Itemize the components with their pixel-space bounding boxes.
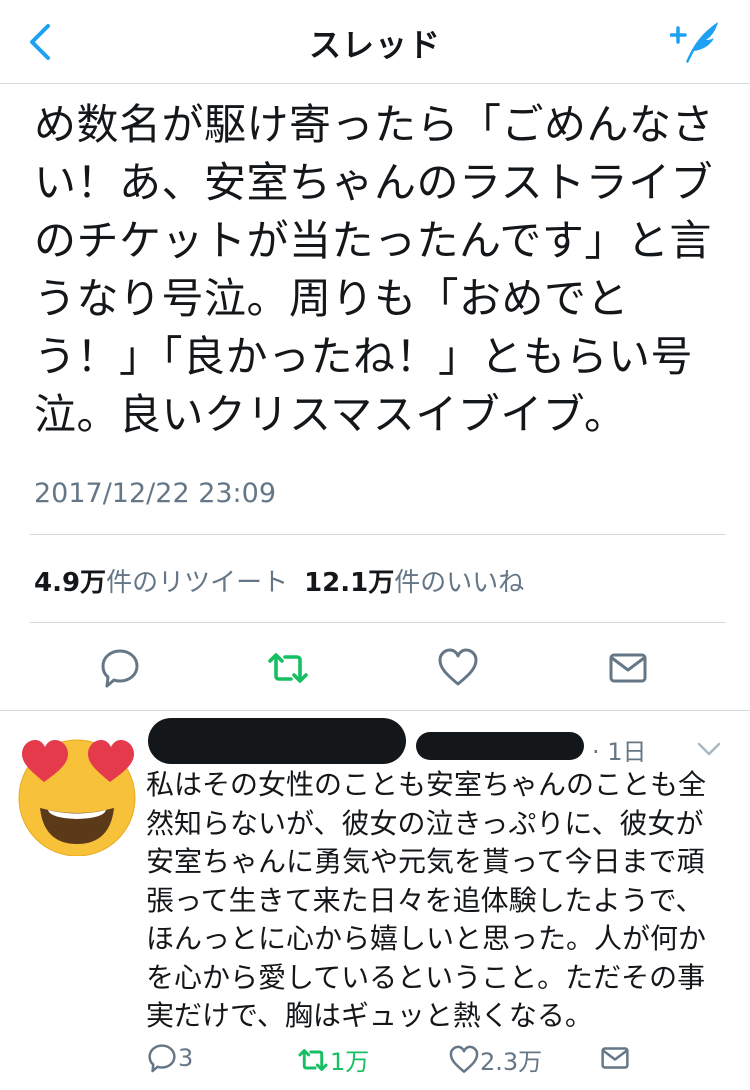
direct-message-icon[interactable] bbox=[606, 646, 650, 690]
compose-icon[interactable] bbox=[670, 18, 722, 66]
reply-retweet-button[interactable]: 1万 bbox=[296, 1042, 369, 1076]
reply-like-count: 2.3万 bbox=[480, 1048, 543, 1076]
reply-tweet[interactable]: · 1日 私はその女性のことも安室ちゃんのことも全 然知らないが、彼女の泣きっぷ… bbox=[0, 712, 750, 1090]
reply-dm-button[interactable] bbox=[598, 1042, 632, 1076]
reply-like-button[interactable]: 2.3万 bbox=[448, 1042, 542, 1076]
retweet-icon[interactable] bbox=[296, 1044, 330, 1076]
like-count[interactable]: 12.1万 bbox=[304, 568, 394, 598]
divider bbox=[30, 622, 726, 623]
tweet-stats: 4.9万件のリツイート 12.1万件のいいね bbox=[34, 562, 524, 599]
reply-time: · 1日 bbox=[592, 738, 647, 766]
like-heart-icon[interactable] bbox=[436, 646, 480, 690]
tweet-timestamp: 2017/12/22 23:09 bbox=[34, 478, 277, 509]
page-title: スレッド bbox=[308, 26, 441, 64]
reply-reply-count: 3 bbox=[178, 1044, 194, 1072]
navigation-bar: スレッド bbox=[0, 0, 750, 84]
divider bbox=[0, 710, 750, 711]
like-heart-icon[interactable] bbox=[448, 1044, 480, 1076]
reply-icon[interactable] bbox=[98, 646, 142, 690]
reply-retweet-count: 1万 bbox=[330, 1048, 370, 1076]
tweet-action-bar bbox=[0, 640, 750, 696]
retweet-count[interactable]: 4.9万 bbox=[34, 568, 106, 598]
retweet-count-label[interactable]: 件のリツイート bbox=[106, 568, 288, 598]
chevron-down-icon[interactable] bbox=[696, 740, 722, 758]
reply-text: 私はその女性のことも安室ちゃんのことも全 然知らないが、彼女の泣きっぷりに、彼女… bbox=[146, 768, 707, 1032]
direct-message-icon[interactable] bbox=[598, 1042, 632, 1074]
tweet-text: め数名が駆け寄ったら「ごめんなさ い！あ、安室ちゃんのラストライブ のチケットが… bbox=[34, 100, 715, 439]
reply-icon[interactable] bbox=[146, 1042, 178, 1074]
redacted-display-name bbox=[148, 718, 406, 764]
heart-eyes-emoji-icon[interactable] bbox=[14, 726, 140, 856]
reply-reply-button[interactable]: 3 bbox=[146, 1042, 193, 1076]
redacted-username bbox=[416, 732, 584, 760]
like-count-label[interactable]: 件のいいね bbox=[394, 568, 524, 598]
divider bbox=[30, 534, 726, 535]
retweet-icon[interactable] bbox=[266, 646, 310, 690]
